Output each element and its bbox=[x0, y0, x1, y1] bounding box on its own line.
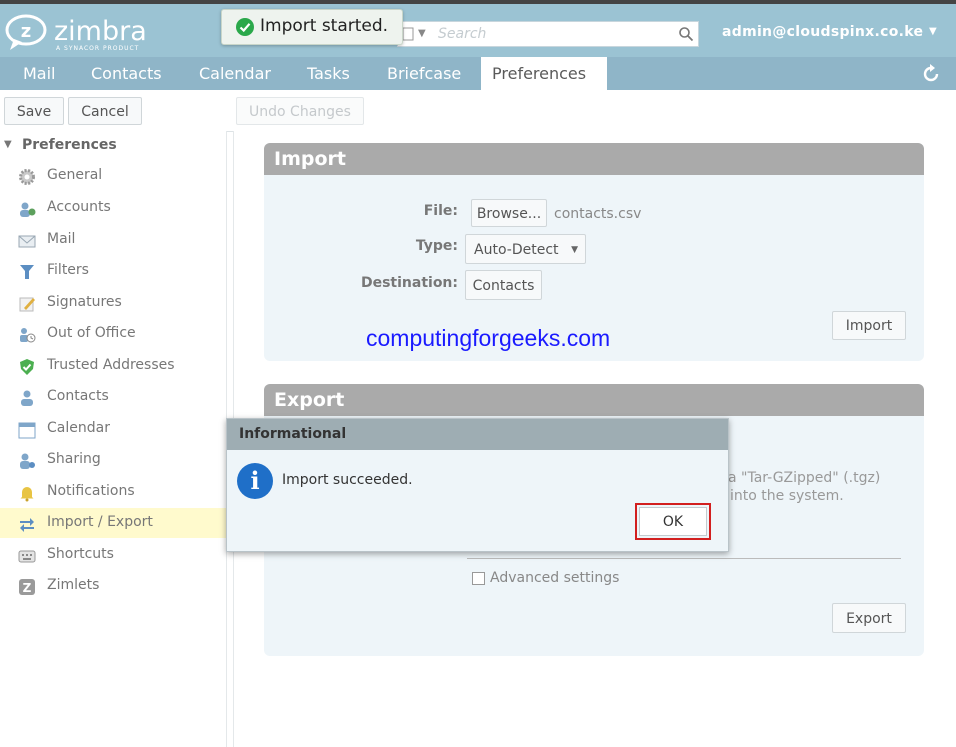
sidebar-item-label: Filters bbox=[47, 262, 89, 278]
sidebar-item-signatures[interactable]: Signatures bbox=[0, 288, 226, 318]
tab-tasks[interactable]: Tasks bbox=[296, 57, 361, 90]
signature-icon bbox=[19, 297, 35, 312]
browse-button[interactable]: Browse... bbox=[471, 199, 547, 227]
tab-preferences[interactable]: Preferences bbox=[481, 57, 607, 90]
search-scope-icon[interactable] bbox=[402, 27, 414, 41]
file-label: File: bbox=[423, 203, 458, 219]
accounts-icon bbox=[20, 202, 36, 217]
success-check-icon bbox=[236, 18, 254, 36]
search-icon[interactable] bbox=[678, 26, 694, 42]
sidebar-header[interactable]: ▼ Preferences bbox=[0, 136, 226, 158]
app-tabs: Mail Contacts Calendar Tasks Briefcase P… bbox=[0, 57, 956, 90]
sidebar-item-general[interactable]: General bbox=[0, 161, 226, 191]
preferences-sidebar: ▼ Preferences General Accounts Mail Filt… bbox=[0, 131, 227, 747]
logo-subtext: A SYNACOR PRODUCT bbox=[56, 45, 140, 52]
zimlet-icon: Z bbox=[19, 579, 35, 595]
search-input[interactable]: Search bbox=[438, 26, 486, 42]
calendar-icon bbox=[18, 422, 36, 439]
sidebar-item-label: Mail bbox=[47, 231, 76, 247]
type-select[interactable]: Auto-Detect ▼ bbox=[465, 234, 586, 264]
collapse-triangle-icon[interactable]: ▼ bbox=[4, 139, 12, 150]
search-scope-caret-icon[interactable]: ▼ bbox=[418, 28, 426, 39]
sidebar-item-calendar[interactable]: Calendar bbox=[0, 414, 226, 444]
refresh-icon[interactable] bbox=[920, 63, 942, 85]
dropdown-caret-icon: ▼ bbox=[571, 245, 578, 255]
filter-icon bbox=[20, 265, 34, 279]
sidebar-item-label: Signatures bbox=[47, 294, 122, 310]
sidebar-item-contacts[interactable]: Contacts bbox=[0, 382, 226, 412]
sidebar-item-label: Accounts bbox=[47, 199, 111, 215]
import-export-icon bbox=[20, 518, 34, 532]
selected-file-name: contacts.csv bbox=[554, 206, 642, 222]
sidebar-header-label: Preferences bbox=[22, 137, 117, 153]
type-label: Type: bbox=[415, 238, 458, 254]
sharing-icon bbox=[20, 453, 35, 469]
gear-icon bbox=[19, 169, 35, 185]
sidebar-item-label: General bbox=[47, 167, 103, 183]
tab-mail[interactable]: Mail bbox=[12, 57, 67, 90]
advanced-settings-checkbox[interactable] bbox=[472, 572, 485, 585]
sidebar-item-label: Shortcuts bbox=[47, 546, 114, 562]
watermark-text: computingforgeeks.com bbox=[366, 325, 611, 351]
sidebar-item-label: Import / Export bbox=[47, 514, 153, 530]
keyboard-icon bbox=[18, 550, 36, 563]
logo-wordmark: zimbra bbox=[54, 16, 147, 47]
sidebar-item-label: Out of Office bbox=[47, 325, 136, 341]
toast-notification: Import started. bbox=[221, 9, 403, 45]
info-icon: i bbox=[237, 463, 273, 499]
sidebar-item-label: Calendar bbox=[47, 420, 110, 436]
sidebar-item-out-of-office[interactable]: Out of Office bbox=[0, 319, 226, 349]
import-panel-title: Import bbox=[264, 143, 924, 175]
mail-icon bbox=[18, 235, 36, 248]
export-button[interactable]: Export bbox=[832, 603, 906, 633]
tab-briefcase[interactable]: Briefcase bbox=[376, 57, 472, 90]
user-menu-caret-icon[interactable]: ▼ bbox=[929, 26, 937, 37]
contact-icon bbox=[21, 390, 33, 406]
advanced-settings-label[interactable]: Advanced settings bbox=[490, 570, 619, 586]
dialog-title: Informational bbox=[227, 419, 728, 450]
export-panel-title: Export bbox=[264, 384, 924, 416]
export-description-line-1: a "Tar-GZipped" (.tgz) bbox=[728, 470, 881, 486]
sidebar-item-trusted-addresses[interactable]: Trusted Addresses bbox=[0, 351, 226, 381]
sidebar-item-label: Notifications bbox=[47, 483, 135, 499]
zimbra-logo-icon: z bbox=[5, 14, 47, 50]
destination-label: Destination: bbox=[360, 275, 458, 291]
toolbar: Save Cancel Undo Changes bbox=[0, 91, 956, 132]
toast-message: Import started. bbox=[260, 16, 389, 36]
cancel-button[interactable]: Cancel bbox=[68, 97, 142, 125]
sidebar-item-zimlets[interactable]: Z Zimlets bbox=[0, 571, 226, 601]
destination-picker[interactable]: Contacts bbox=[465, 270, 542, 300]
sidebar-item-label: Sharing bbox=[47, 451, 101, 467]
sidebar-item-notifications[interactable]: Notifications bbox=[0, 477, 226, 507]
informational-dialog: Informational i Import succeeded. OK bbox=[226, 418, 729, 552]
dialog-message: Import succeeded. bbox=[282, 472, 413, 488]
export-description-line-2: into the system. bbox=[730, 488, 844, 504]
sidebar-item-label: Trusted Addresses bbox=[47, 357, 175, 373]
svg-text:Z: Z bbox=[23, 581, 32, 595]
sidebar-item-label: Contacts bbox=[47, 388, 109, 404]
search-bar[interactable]: ▼ Search bbox=[397, 21, 699, 47]
tab-calendar[interactable]: Calendar bbox=[188, 57, 282, 90]
bell-icon bbox=[20, 487, 34, 502]
divider bbox=[467, 558, 901, 559]
sidebar-item-import-export[interactable]: Import / Export bbox=[0, 508, 226, 538]
user-account-menu[interactable]: admin@cloudspinx.co.ke bbox=[722, 24, 923, 40]
undo-changes-button[interactable]: Undo Changes bbox=[236, 97, 364, 125]
save-button[interactable]: Save bbox=[4, 97, 64, 125]
tab-contacts[interactable]: Contacts bbox=[80, 57, 173, 90]
svg-text:z: z bbox=[21, 21, 31, 42]
sidebar-item-sharing[interactable]: Sharing bbox=[0, 445, 226, 475]
out-of-office-icon bbox=[20, 328, 36, 343]
import-button[interactable]: Import bbox=[832, 311, 906, 340]
sidebar-item-mail[interactable]: Mail bbox=[0, 225, 226, 255]
top-header: z zimbra A SYNACOR PRODUCT ▼ Search admi… bbox=[0, 0, 956, 57]
sidebar-item-shortcuts[interactable]: Shortcuts bbox=[0, 540, 226, 570]
sidebar-item-accounts[interactable]: Accounts bbox=[0, 193, 226, 223]
type-select-value: Auto-Detect bbox=[474, 242, 559, 258]
sidebar-item-label: Zimlets bbox=[47, 577, 100, 593]
sidebar-item-filters[interactable]: Filters bbox=[0, 256, 226, 286]
ok-button[interactable]: OK bbox=[639, 507, 707, 536]
zimbra-logo[interactable]: z zimbra A SYNACOR PRODUCT bbox=[4, 12, 154, 54]
shield-icon bbox=[20, 359, 34, 375]
